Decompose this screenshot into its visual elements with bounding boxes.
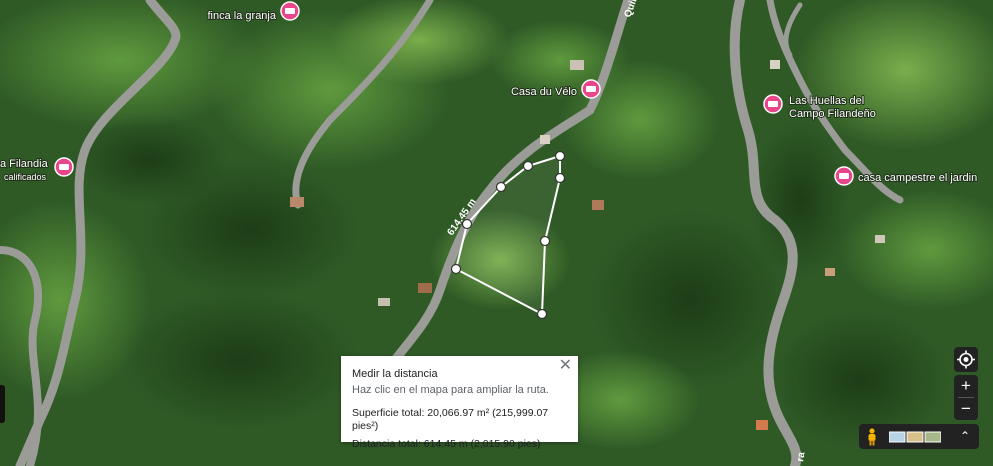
- my-location-button[interactable]: [954, 347, 978, 372]
- measure-vertex[interactable]: [536, 308, 548, 320]
- poi-label: casa campestre el jardin: [858, 172, 977, 184]
- poi-label-text: Las Huellas del: [789, 95, 864, 107]
- zoom-in-button[interactable]: +: [954, 375, 978, 397]
- poi-sublabel: calificados: [4, 172, 47, 182]
- measure-vertex[interactable]: [539, 235, 551, 247]
- layers-icon[interactable]: [889, 431, 941, 443]
- zoom-out-button[interactable]: −: [954, 398, 978, 420]
- my-location-icon: [957, 350, 975, 369]
- total-area-row: Superficie total: 20,066.97 m² (215,999.…: [352, 407, 567, 433]
- zoom-control: + −: [954, 375, 978, 420]
- measure-distance-panel: Medir la distancia Haz clic en el mapa p…: [341, 356, 578, 450]
- pegman-icon[interactable]: [866, 428, 878, 446]
- panel-title: Medir la distancia: [352, 368, 438, 380]
- total-distance-row: Distancia total: 614.45 m (2,015.90 pies…: [352, 438, 567, 451]
- poi-label-text-line2: Campo Filandeño: [789, 108, 876, 120]
- total-distance-value: 614.45 m (2,015.90 pies): [423, 438, 541, 450]
- bottom-controls-bar: ⌃: [859, 424, 979, 449]
- close-icon[interactable]: ✕: [559, 358, 572, 374]
- total-area-label: Superficie total:: [352, 407, 425, 419]
- poi-label: Las Huellas del Campo Filandeño: [789, 95, 876, 120]
- measure-vertex[interactable]: [522, 160, 534, 172]
- poi-label: a Filandia: [0, 158, 49, 170]
- panel-hint: Haz clic en el mapa para ampliar la ruta…: [352, 384, 549, 396]
- measure-vertex[interactable]: [495, 181, 507, 193]
- measure-vertex[interactable]: [554, 172, 566, 184]
- expand-icon[interactable]: ⌃: [957, 427, 973, 445]
- measure-vertex[interactable]: [554, 150, 566, 162]
- side-panel-toggle[interactable]: [0, 385, 5, 423]
- total-distance-label: Distancia total:: [352, 438, 421, 450]
- measure-vertex[interactable]: [450, 263, 462, 275]
- poi-label: Casa du Vélo: [511, 86, 577, 98]
- poi-label: finca la granja: [208, 10, 277, 22]
